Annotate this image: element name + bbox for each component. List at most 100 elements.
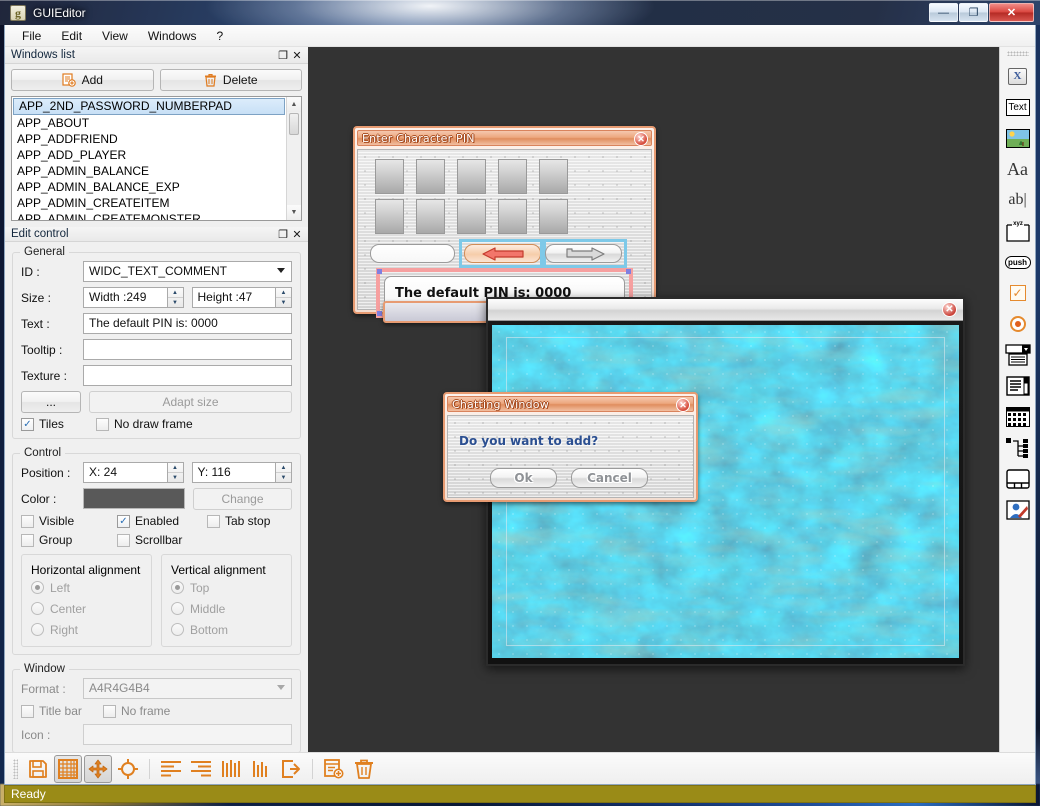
valign-middle-radio-dot[interactable] <box>171 602 184 615</box>
list-item[interactable]: APP_ABOUT <box>12 115 286 131</box>
list-item[interactable]: APP_ADMIN_CREATEMONSTER <box>12 211 286 220</box>
resize-handle-tl[interactable] <box>377 269 382 274</box>
distribute-vertical-icon[interactable] <box>247 755 275 783</box>
visible-checkbox-box[interactable] <box>21 514 34 528</box>
height-spin-down[interactable]: ▼ <box>276 298 291 307</box>
pin-forward-button[interactable] <box>545 244 622 263</box>
windows-listbox[interactable]: APP_2ND_PASSWORD_NUMBERPAD APP_ABOUT APP… <box>11 96 302 221</box>
height-spin-up[interactable]: ▲ <box>276 288 291 298</box>
scrollbar-thumb[interactable] <box>289 113 299 135</box>
pin-key[interactable] <box>539 159 568 194</box>
menu-windows[interactable]: Windows <box>139 26 206 46</box>
tab-widget-icon[interactable] <box>1005 466 1031 492</box>
enabled-checkbox-box[interactable]: ✓ <box>117 514 130 528</box>
move-icon[interactable] <box>84 754 112 783</box>
align-left-icon[interactable] <box>157 755 185 783</box>
font-widget-icon[interactable]: Aa <box>1005 156 1031 182</box>
list-item[interactable]: APP_ADDFRIEND <box>12 131 286 147</box>
change-color-button[interactable]: Change <box>193 487 292 510</box>
pin-key[interactable] <box>498 159 527 194</box>
textarea-widget-icon[interactable]: xyz <box>1005 218 1031 244</box>
resize-handle-bl[interactable] <box>377 311 382 316</box>
edit-control-float-icon[interactable]: ❐ <box>276 227 290 241</box>
text-widget-icon[interactable]: Text <box>1005 94 1031 120</box>
editbox-widget-icon[interactable]: ab| <box>1005 187 1031 213</box>
edit-control-close-icon[interactable]: ✕ <box>290 227 304 241</box>
pin-key[interactable] <box>416 159 445 194</box>
button-widget-icon[interactable]: push <box>1004 249 1031 275</box>
halign-right-radio[interactable]: Right <box>31 619 142 640</box>
chat-dialog-titlebar[interactable]: Chatting Window ✕ <box>447 396 694 412</box>
pin-key[interactable] <box>375 159 404 194</box>
valign-top-radio[interactable]: Top <box>171 577 282 598</box>
distribute-horizontal-icon[interactable] <box>217 755 245 783</box>
ok-button[interactable]: Ok <box>490 468 557 488</box>
no-frame-checkbox-box[interactable] <box>103 704 116 718</box>
no-frame-checkbox[interactable]: No frame <box>103 704 170 718</box>
no-draw-frame-checkbox[interactable]: No draw frame <box>96 417 193 431</box>
add-button[interactable]: Add <box>11 69 154 91</box>
id-combobox[interactable]: WIDC_TEXT_COMMENT <box>83 261 292 282</box>
y-stepper[interactable]: Y: 116 ▲ ▼ <box>191 462 292 483</box>
width-input[interactable]: Width :249 <box>83 287 168 308</box>
height-input[interactable]: Height :47 <box>191 287 276 308</box>
list-item[interactable]: APP_ADMIN_CREATEITEM <box>12 195 286 211</box>
halign-left-radio[interactable]: Left <box>31 577 142 598</box>
title-bar-checkbox-box[interactable] <box>21 704 34 718</box>
group-checkbox[interactable]: Group <box>21 533 117 547</box>
y-spin-up[interactable]: ▲ <box>276 463 291 473</box>
list-item[interactable]: APP_ADD_PLAYER <box>12 147 286 163</box>
tab-stop-checkbox[interactable]: Tab stop <box>207 514 270 528</box>
scroll-up-icon[interactable]: ▲ <box>287 97 301 112</box>
menu-help[interactable]: ? <box>208 26 233 46</box>
pin-key[interactable] <box>457 199 486 234</box>
texture-input[interactable] <box>83 365 292 386</box>
x-spin-buttons[interactable]: ▲ ▼ <box>167 462 184 483</box>
scrollbar-checkbox[interactable]: Scrollbar <box>117 533 182 547</box>
text-input[interactable]: The default PIN is: 0000 <box>83 313 292 334</box>
combobox-widget-icon[interactable] <box>1004 342 1031 368</box>
toolbox-grip[interactable] <box>1006 51 1029 56</box>
halign-left-radio-dot[interactable] <box>31 581 44 594</box>
y-spin-buttons[interactable]: ▲ ▼ <box>276 462 292 483</box>
pin-key[interactable] <box>416 199 445 234</box>
x-spin-down[interactable]: ▼ <box>168 473 183 482</box>
pin-key[interactable] <box>539 199 568 234</box>
width-spin-buttons[interactable]: ▲ ▼ <box>167 287 184 308</box>
listbox-widget-icon[interactable] <box>1005 373 1031 399</box>
checkbox-widget-icon[interactable]: ✓ <box>1005 280 1031 306</box>
grid-icon[interactable] <box>54 754 82 783</box>
height-spin-buttons[interactable]: ▲ ▼ <box>276 287 292 308</box>
pin-entry-field[interactable] <box>370 244 455 263</box>
design-canvas[interactable]: Enter Character PIN ✕ The default PIN is… <box>308 47 999 752</box>
tab-stop-checkbox-box[interactable] <box>207 514 220 528</box>
pin-key[interactable] <box>457 159 486 194</box>
group-checkbox-box[interactable] <box>21 533 34 547</box>
close-widget-icon[interactable]: X <box>1005 63 1031 89</box>
windows-listbox-scrollbar[interactable]: ▲ ▼ <box>286 97 301 220</box>
grid-widget-icon[interactable] <box>1005 404 1031 430</box>
format-combobox[interactable]: A4R4G4B4 <box>83 678 292 699</box>
width-stepper[interactable]: Width :249 ▲ ▼ <box>83 287 184 308</box>
pin-key[interactable] <box>498 199 527 234</box>
no-draw-frame-checkbox-box[interactable] <box>96 417 109 431</box>
x-input[interactable]: X: 24 <box>83 462 168 483</box>
radio-widget-icon[interactable] <box>1005 311 1031 337</box>
height-stepper[interactable]: Height :47 ▲ ▼ <box>191 287 292 308</box>
close-icon[interactable]: ✕ <box>942 302 957 317</box>
align-right-icon[interactable] <box>187 755 215 783</box>
cancel-button[interactable]: Cancel <box>571 468 648 488</box>
snap-target-icon[interactable] <box>114 755 142 783</box>
windows-list-float-icon[interactable]: ❐ <box>276 48 290 62</box>
visible-checkbox[interactable]: Visible <box>21 514 117 528</box>
toolbar-grip[interactable] <box>13 758 18 779</box>
resize-handle-tr[interactable] <box>626 269 631 274</box>
width-spin-up[interactable]: ▲ <box>167 288 183 298</box>
chat-dialog[interactable]: Chatting Window ✕ Do you want to add? Ok… <box>443 392 698 502</box>
enabled-checkbox[interactable]: ✓ Enabled <box>117 514 207 528</box>
export-icon[interactable] <box>277 755 305 783</box>
avatar-widget-icon[interactable] <box>1005 497 1031 523</box>
window-titlebar[interactable]: g GUIEditor — ❐ ✕ <box>0 0 1040 25</box>
valign-top-radio-dot[interactable] <box>171 581 184 594</box>
delete-button[interactable]: Delete <box>159 69 302 91</box>
